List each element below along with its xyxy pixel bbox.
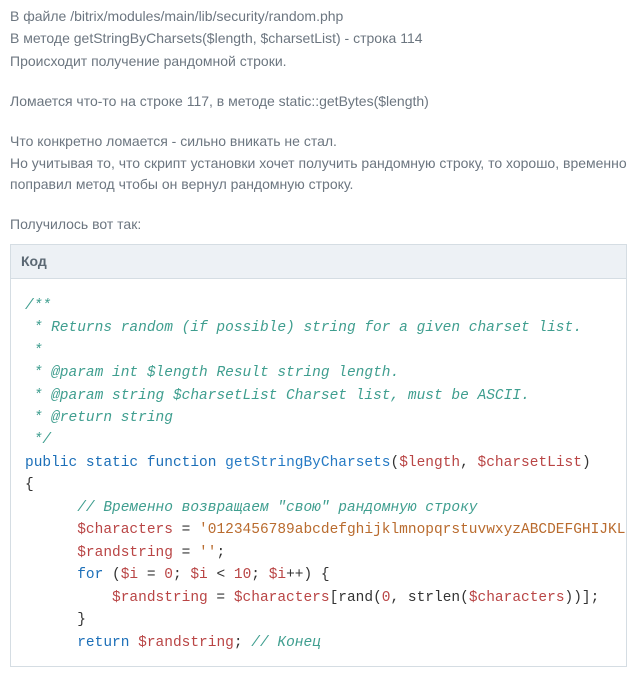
code-token: function	[147, 455, 217, 471]
blank-line	[10, 196, 627, 212]
code-token: $characters	[77, 522, 173, 538]
code-token: (	[460, 590, 469, 606]
code-token: $characters	[469, 590, 565, 606]
code-token: $length	[399, 455, 460, 471]
blank-line	[10, 73, 627, 89]
code-token: <	[208, 567, 234, 583]
code-token: {	[25, 477, 34, 493]
code-token: @param	[51, 365, 103, 381]
code-token: '0123456789abcdefghijklmnopqrstuvwxyzABC…	[199, 522, 626, 538]
post-line: В файле /bitrix/modules/main/lib/securit…	[10, 6, 627, 26]
code-token: ))];	[565, 590, 600, 606]
code-token: 0	[164, 567, 173, 583]
post-line: Ломается что-то на строке 117, в методе …	[10, 91, 627, 111]
code-token: (	[373, 590, 382, 606]
code-token: =	[208, 590, 234, 606]
code-token	[25, 500, 77, 516]
code-block: Код /** * Returns random (if possible) s…	[10, 244, 627, 667]
code-token	[138, 455, 147, 471]
post-line: Что конкретно ломается - сильно вникать …	[10, 131, 627, 151]
code-token: public	[25, 455, 77, 471]
code-token: *	[25, 343, 42, 359]
code-token: 10	[234, 567, 251, 583]
code-token	[77, 455, 86, 471]
code-token: =	[173, 545, 199, 561]
code-token: $characters	[234, 590, 330, 606]
code-token: $randstring	[77, 545, 173, 561]
code-token: $randstring	[138, 635, 234, 651]
code-token: for	[77, 567, 103, 583]
code-token: )	[582, 455, 591, 471]
code-token: =	[173, 522, 199, 538]
code-token: ,	[390, 590, 407, 606]
code-token: @return	[51, 410, 112, 426]
code-token: =	[138, 567, 164, 583]
code-token: ;	[173, 567, 190, 583]
code-token: $i	[121, 567, 138, 583]
code-token: $i	[190, 567, 207, 583]
code-token: $i	[269, 567, 286, 583]
code-token: getStringByCharsets	[225, 455, 390, 471]
code-token: }	[77, 612, 86, 628]
code-token	[25, 545, 77, 561]
code-token	[25, 612, 77, 628]
code-token: ,	[460, 455, 477, 471]
code-token: *	[25, 410, 51, 426]
post-line: Происходит получение рандомной строки.	[10, 51, 627, 71]
post-line: Получилось вот так:	[10, 214, 627, 234]
code-token: ;	[234, 635, 251, 651]
code-token: ;	[216, 545, 225, 561]
code-token: // Конец	[251, 635, 321, 651]
code-token	[216, 455, 225, 471]
code-token: int $length Result string length.	[103, 365, 399, 381]
code-token: $charsetList	[478, 455, 582, 471]
code-token: static	[86, 455, 138, 471]
code-token	[25, 635, 77, 651]
code-token: string $charsetList Charset list, must b…	[103, 388, 529, 404]
code-token: ''	[199, 545, 216, 561]
code-token: * Returns random (if possible) string fo…	[25, 320, 582, 336]
code-token	[25, 567, 77, 583]
code-block-header: Код	[11, 245, 626, 278]
code-token: return	[77, 635, 129, 651]
code-token: *	[25, 388, 51, 404]
code-token: (	[103, 567, 120, 583]
code-token	[129, 635, 138, 651]
code-token: strlen	[408, 590, 460, 606]
blank-line	[10, 113, 627, 129]
code-token: string	[112, 410, 173, 426]
code-token: (	[391, 455, 400, 471]
code-token: /**	[25, 298, 51, 314]
code-token: @param	[51, 388, 103, 404]
post-line: Но учитывая то, что скрипт установки хоч…	[10, 153, 627, 194]
code-token: [	[330, 590, 339, 606]
code-token	[25, 590, 112, 606]
forum-post: В файле /bitrix/modules/main/lib/securit…	[0, 0, 637, 677]
code-token: ++) {	[286, 567, 330, 583]
post-line: В методе getStringByCharsets($length, $c…	[10, 28, 627, 48]
code-token: rand	[338, 590, 373, 606]
code-token: *	[25, 365, 51, 381]
code-token: // Временно возвращаем "свою" рандомную …	[77, 500, 477, 516]
code-block-body: /** * Returns random (if possible) strin…	[11, 279, 626, 667]
code-token: $randstring	[112, 590, 208, 606]
code-token	[25, 522, 77, 538]
code-token: ;	[251, 567, 268, 583]
code-token: */	[25, 432, 51, 448]
